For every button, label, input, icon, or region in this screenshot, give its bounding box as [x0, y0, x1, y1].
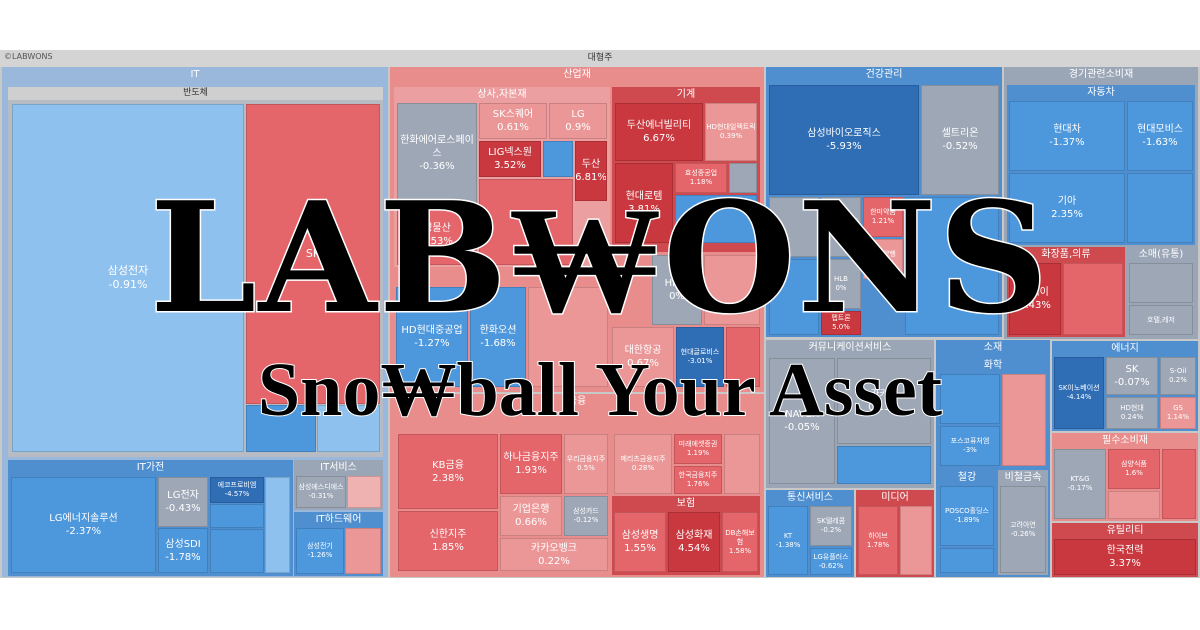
sector-label: 필수소비재 [1102, 435, 1148, 446]
tile-small[interactable] [1108, 491, 1160, 519]
brand-slogan: Sno₩ball Your Asset [257, 347, 943, 433]
tile-small[interactable] [347, 476, 381, 508]
tile-small[interactable] [940, 548, 994, 573]
sector-telecom[interactable]: 통신서비스 KT -1.38% SK텔레콤 -0.2% LG유플러스 -0.62… [766, 490, 854, 577]
sector-label: 상사,자본재 [477, 89, 527, 100]
tile-hyundai-mobis[interactable]: 현대모비스 -1.63% [1127, 101, 1193, 171]
sector-label: IT가전 [136, 462, 165, 473]
sector-label: 자동차 [1087, 87, 1115, 98]
sector-label: 미디어 [881, 492, 909, 503]
copyright-text: ©LABWONS [4, 52, 53, 61]
sector-utilities[interactable]: 유틸리티 한국전력 3.37% [1052, 523, 1198, 577]
tile-woori[interactable]: 우리금융지주 0.5% [564, 434, 608, 494]
sector-label: 보험 [676, 498, 696, 509]
tile-hana[interactable]: 하나금융지주 1.93% [500, 434, 562, 494]
sector-label: IT [190, 69, 200, 80]
tile-hyundai-motor[interactable]: 현대차 -1.37% [1009, 101, 1125, 171]
tile-samsung-fire[interactable]: 삼성화재 4.54% [668, 512, 720, 572]
tile-small[interactable] [265, 477, 290, 573]
tile-samsung-em[interactable]: 삼성전기 -1.26% [296, 528, 344, 574]
tile-ibk[interactable]: 기업은행 0.66% [500, 496, 562, 536]
sector-nonferrous[interactable]: 비철금속 고려아연 -0.26% [998, 470, 1048, 575]
tile-korea-inv[interactable]: 한국금융지주 1.76% [674, 466, 722, 494]
tile-samyang[interactable]: 삼양식품 1.6% [1108, 449, 1160, 489]
brand-logo: LAB₩ONS [148, 168, 1051, 347]
tile-lg-electronics[interactable]: LG전자 -0.43% [158, 477, 208, 527]
sector-label: IT하드웨어 [315, 514, 362, 525]
sector-label: 유틸리티 [1106, 525, 1144, 536]
sector-it-service[interactable]: IT서비스 삼성에스디에스 -0.31% [294, 460, 383, 510]
tile-meritz[interactable]: 메리츠금융지주 0.28% [614, 434, 672, 494]
tile-ecopro[interactable]: 에코프로비엠 -4.57% [210, 477, 264, 503]
sector-label: 비철금속 [1004, 472, 1042, 483]
sector-label: 기계 [676, 89, 696, 100]
tile-small[interactable] [345, 528, 381, 574]
tile-samsung-card[interactable]: 삼성카드 -0.12% [564, 496, 608, 536]
tile-sk-square[interactable]: SK스퀘어 0.61% [479, 103, 547, 139]
sector-label: 경기관련소비재 [1068, 69, 1134, 80]
tile-sk-telecom[interactable]: SK텔레콤 -0.2% [810, 506, 852, 546]
tile-small[interactable] [210, 529, 264, 573]
tile-kakaobank[interactable]: 카카오뱅크 0.22% [500, 538, 608, 571]
tile-small[interactable] [837, 446, 931, 484]
tile-lg-energy[interactable]: LG에너지솔루션 -2.37% [11, 477, 156, 573]
sector-it-appliance[interactable]: IT가전 LG에너지솔루션 -2.37% LG전자 -0.43% 삼성SDI -… [8, 460, 293, 576]
sector-label: 산업재 [563, 69, 591, 80]
tile-doosan-enb[interactable]: 두산에너빌리티 6.67% [615, 103, 703, 161]
tile-samsung-life[interactable]: 삼성생명 1.55% [614, 512, 666, 572]
tile-ktg[interactable]: KT&G -0.17% [1054, 449, 1106, 519]
tile-kepco[interactable]: 한국전력 3.37% [1054, 539, 1196, 575]
sector-label: 건강관리 [865, 69, 903, 80]
sector-it-hardware[interactable]: IT하드웨어 삼성전기 -1.26% [294, 512, 383, 576]
tile-hybe[interactable]: 하이브 1.78% [858, 506, 898, 575]
sector-label: 반도체 [8, 87, 383, 100]
tile-small[interactable] [210, 504, 264, 528]
tile-korea-zinc[interactable]: 고려아연 -0.26% [1000, 486, 1046, 573]
sector-label: IT서비스 [320, 462, 357, 473]
tile-lg[interactable]: LG 0.9% [549, 103, 607, 139]
tile-small[interactable] [900, 506, 932, 575]
tile-samsung-sdi[interactable]: 삼성SDI -1.78% [158, 528, 208, 573]
tile-samsung-sds[interactable]: 삼성에스디에스 -0.31% [296, 476, 346, 508]
tile-db-insurance[interactable]: DB손해보험 1.58% [722, 512, 758, 572]
sector-label: 통신서비스 [787, 492, 833, 503]
tile-hd-elec[interactable]: HD현대일렉트릭 0.39% [705, 103, 757, 161]
tile-shinhan[interactable]: 신한지주 1.85% [398, 511, 498, 571]
sector-media[interactable]: 미디어 하이브 1.78% [856, 490, 934, 577]
tile-posco-future[interactable]: 포스코퓨처엠 -3% [940, 426, 1000, 466]
tile-kt[interactable]: KT -1.38% [768, 506, 808, 575]
sector-insurance[interactable]: 보험 삼성생명 1.55% 삼성화재 4.54% DB손해보험 1.58% [612, 496, 760, 575]
sector-steel[interactable]: 철강 POSCO홀딩스 -1.89% [938, 470, 996, 575]
tile-lg-uplus[interactable]: LG유플러스 -0.62% [810, 548, 852, 575]
tile-small[interactable] [1162, 449, 1196, 519]
treemap-header: 대형주 [0, 50, 1200, 67]
tile-posco-holdings[interactable]: POSCO홀딩스 -1.89% [940, 486, 994, 546]
sector-label: 철강 [957, 472, 977, 483]
sector-staples[interactable]: 필수소비재 KT&G -0.17% 삼양식품 1.6% [1052, 433, 1198, 521]
tile-small[interactable] [724, 434, 760, 494]
tile-kb[interactable]: KB금융 2.38% [398, 434, 498, 509]
tile-mirae[interactable]: 미래에셋증권 1.19% [674, 434, 722, 464]
